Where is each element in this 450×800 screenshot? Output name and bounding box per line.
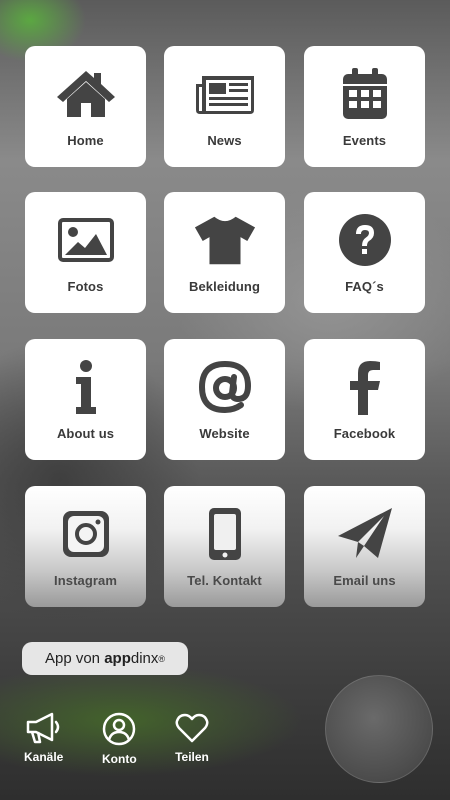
calendar-icon xyxy=(333,66,397,122)
info-icon xyxy=(54,359,118,415)
tile-label: About us xyxy=(56,426,115,441)
nav-account[interactable]: Konto xyxy=(102,712,137,766)
floating-action-button[interactable] xyxy=(325,675,433,783)
tile-email-uns[interactable]: Email uns xyxy=(304,486,425,607)
tile-instagram[interactable]: Instagram xyxy=(25,486,146,607)
tile-fotos[interactable]: Fotos xyxy=(25,192,146,313)
tile-label: Facebook xyxy=(333,426,396,441)
tile-label: News xyxy=(207,133,242,148)
tile-label: FAQ´s xyxy=(345,279,384,294)
tshirt-icon xyxy=(193,212,257,268)
newspaper-icon xyxy=(193,66,257,122)
nav-account-label: Konto xyxy=(102,752,137,766)
tile-label: Email uns xyxy=(333,573,396,588)
tile-tel-kontakt[interactable]: Tel. Kontakt xyxy=(164,486,285,607)
phone-icon xyxy=(193,506,257,562)
question-circle-icon xyxy=(333,212,397,268)
tile-label: Fotos xyxy=(67,279,104,294)
tile-label: Events xyxy=(342,133,387,148)
tile-label: Tel. Kontakt xyxy=(187,573,262,588)
badge-reg: ® xyxy=(158,653,166,664)
tile-facebook[interactable]: Facebook xyxy=(304,339,425,460)
paper-plane-icon xyxy=(333,506,397,562)
user-circle-icon xyxy=(102,712,136,746)
badge-prefix: App von xyxy=(44,650,101,667)
tile-label: Website xyxy=(199,426,250,441)
tile-news[interactable]: News xyxy=(164,46,285,167)
tile-home[interactable]: Home xyxy=(25,46,146,167)
nav-share[interactable]: Teilen xyxy=(175,712,209,764)
badge-brand-rest: dinx xyxy=(130,650,159,667)
tile-label: Bekleidung xyxy=(188,279,261,294)
tile-bekleidung[interactable]: Bekleidung xyxy=(164,192,285,313)
app-by-appdinx-badge[interactable]: App von app dinx ® xyxy=(22,642,188,675)
at-sign-icon xyxy=(193,359,257,415)
nav-channels-label: Kanäle xyxy=(24,750,64,764)
megaphone-icon xyxy=(25,712,63,744)
tile-label: Instagram xyxy=(53,573,118,588)
facebook-icon xyxy=(333,359,397,415)
tile-website[interactable]: Website xyxy=(164,339,285,460)
instagram-icon xyxy=(54,506,118,562)
badge-brand: app xyxy=(104,650,131,667)
tile-label: Home xyxy=(67,133,104,148)
tile-faq[interactable]: FAQ´s xyxy=(304,192,425,313)
image-icon xyxy=(54,212,118,268)
nav-share-label: Teilen xyxy=(175,750,209,764)
tile-about-us[interactable]: About us xyxy=(25,339,146,460)
nav-channels[interactable]: Kanäle xyxy=(24,712,63,764)
heart-icon xyxy=(175,712,209,744)
home-icon xyxy=(54,66,118,122)
tile-events[interactable]: Events xyxy=(304,46,425,167)
